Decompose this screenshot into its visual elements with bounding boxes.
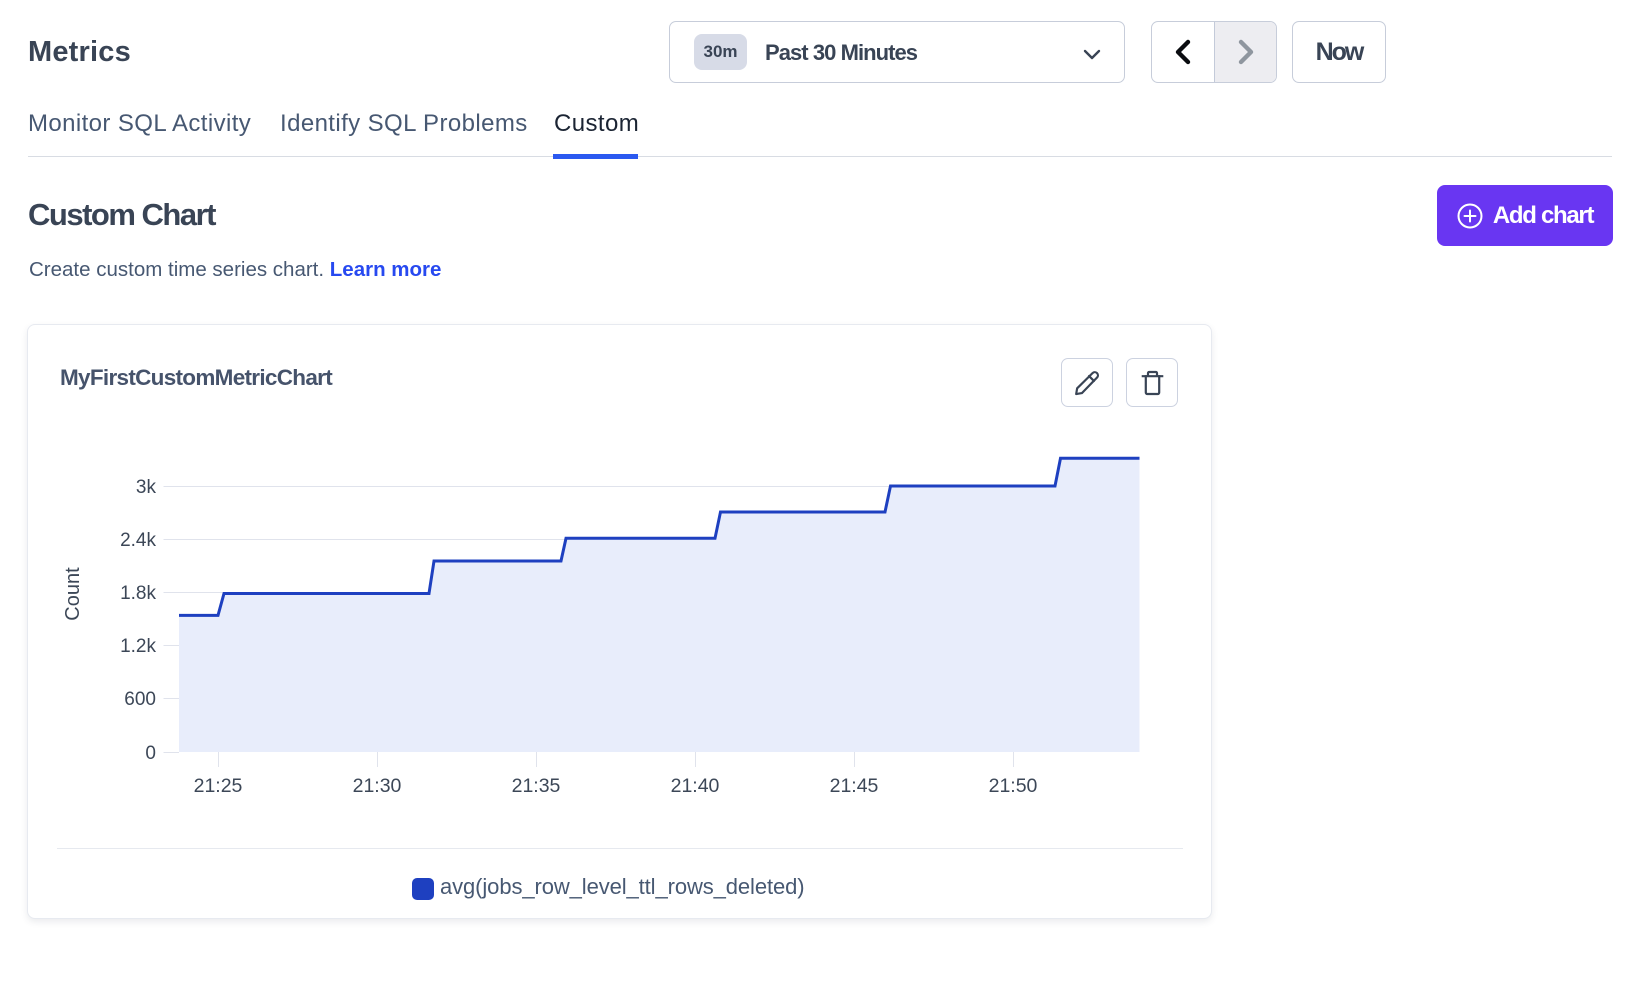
svg-text:21:25: 21:25 — [194, 775, 243, 797]
svg-text:1.8k: 1.8k — [120, 583, 156, 604]
svg-text:2.4k: 2.4k — [120, 530, 156, 551]
svg-text:3k: 3k — [136, 477, 157, 498]
svg-text:21:30: 21:30 — [353, 775, 402, 797]
svg-text:0: 0 — [145, 743, 156, 764]
svg-text:21:40: 21:40 — [671, 775, 720, 797]
svg-text:21:45: 21:45 — [830, 775, 879, 797]
svg-text:600: 600 — [124, 689, 156, 710]
svg-text:21:50: 21:50 — [989, 775, 1038, 797]
svg-text:Count: Count — [62, 567, 84, 621]
svg-text:1.2k: 1.2k — [120, 636, 156, 657]
svg-text:21:35: 21:35 — [512, 775, 561, 797]
